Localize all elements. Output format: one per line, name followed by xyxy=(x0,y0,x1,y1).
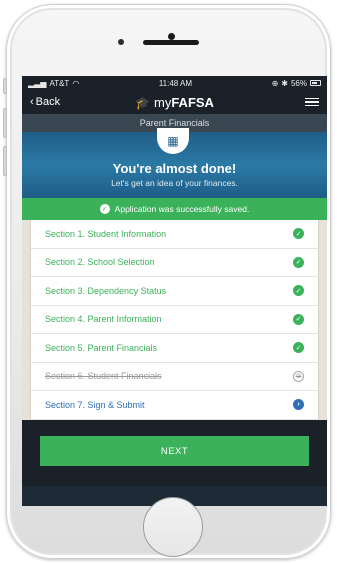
section-label: Section 2. School Selection xyxy=(45,257,155,268)
carrier-label: AT&T xyxy=(49,78,70,88)
section-row-5[interactable]: Section 5. Parent Financials ✓ xyxy=(31,334,318,363)
success-message: Application was successfully saved. xyxy=(114,204,250,214)
section-row-7[interactable]: Section 7. Sign & Submit › xyxy=(31,391,318,420)
clock: 11:48 AM xyxy=(158,78,193,88)
hero-banner: ▦ You're almost done! Let's get an idea … xyxy=(22,128,327,198)
back-label: Back xyxy=(35,96,61,108)
section-row-6: Section 6. Student Financials ⊘ xyxy=(31,363,318,391)
section-label: Section 5. Parent Financials xyxy=(45,342,158,353)
graduation-cap-icon: 🎓 xyxy=(135,95,150,110)
hero-title: You're almost done! xyxy=(112,161,237,176)
success-banner: ✓ Application was successfully saved. xyxy=(22,198,327,220)
check-icon: ✓ xyxy=(293,342,304,354)
section-row-3[interactable]: Section 3. Dependency Status ✓ xyxy=(31,277,318,306)
battery-percent: 56% xyxy=(290,78,307,88)
brand-prefix: my xyxy=(153,94,172,110)
check-icon: ✓ xyxy=(293,313,304,325)
chevron-left-icon: ‹ xyxy=(30,96,34,108)
front-camera xyxy=(168,33,175,40)
back-button[interactable]: ‹ Back xyxy=(30,96,60,108)
check-icon: ✓ xyxy=(293,256,304,268)
prohibited-icon: ⊘ xyxy=(293,370,304,382)
hero-subtitle: Let's get an idea of your finances. xyxy=(111,178,238,188)
check-icon: ✓ xyxy=(293,228,304,240)
section-list-container: Section 1. Student Information ✓ Section… xyxy=(22,220,327,420)
footer: NEXT xyxy=(22,420,327,486)
nav-bar: ‹ Back 🎓 myFAFSA xyxy=(22,90,327,114)
section-list: Section 1. Student Information ✓ Section… xyxy=(30,220,319,420)
earpiece-speaker xyxy=(143,40,199,45)
section-label: Section 7. Sign & Submit xyxy=(45,399,145,410)
section-label: Section 6. Student Financials xyxy=(45,371,162,382)
next-button[interactable]: NEXT xyxy=(40,436,309,466)
status-bar: ▂▃▅ AT&T ◠ 11:48 AM ⊕ ✱ 56% xyxy=(22,76,327,90)
volume-up-button xyxy=(3,108,7,138)
volume-down-button xyxy=(3,146,7,176)
section-row-1[interactable]: Section 1. Student Information ✓ xyxy=(31,220,318,249)
bluetooth-icon: ✱ xyxy=(281,78,288,88)
section-label: Section 1. Student Information xyxy=(45,228,167,239)
section-label: Section 4. Parent Information xyxy=(45,314,162,325)
signal-icon: ▂▃▅ xyxy=(28,78,47,88)
battery-icon xyxy=(309,80,321,86)
chevron-right-icon: › xyxy=(293,399,304,411)
mute-switch xyxy=(3,78,7,94)
hamburger-menu-icon[interactable] xyxy=(305,97,319,107)
home-button[interactable] xyxy=(143,497,203,557)
calculator-icon: ▦ xyxy=(157,128,189,154)
wifi-icon: ◠ xyxy=(72,78,80,88)
location-icon: ⊕ xyxy=(271,78,279,88)
proximity-sensor xyxy=(118,39,124,45)
check-circle-icon: ✓ xyxy=(99,204,110,214)
phone-screen: ▂▃▅ AT&T ◠ 11:48 AM ⊕ ✱ 56% ‹ Back 🎓 myFA… xyxy=(22,76,327,506)
section-row-2[interactable]: Section 2. School Selection ✓ xyxy=(31,249,318,277)
section-row-4[interactable]: Section 4. Parent Information ✓ xyxy=(31,306,318,334)
app-logo: 🎓 myFAFSA xyxy=(22,95,327,110)
brand-name: FAFSA xyxy=(171,94,214,110)
section-label: Section 3. Dependency Status xyxy=(45,285,167,296)
check-icon: ✓ xyxy=(293,285,304,297)
